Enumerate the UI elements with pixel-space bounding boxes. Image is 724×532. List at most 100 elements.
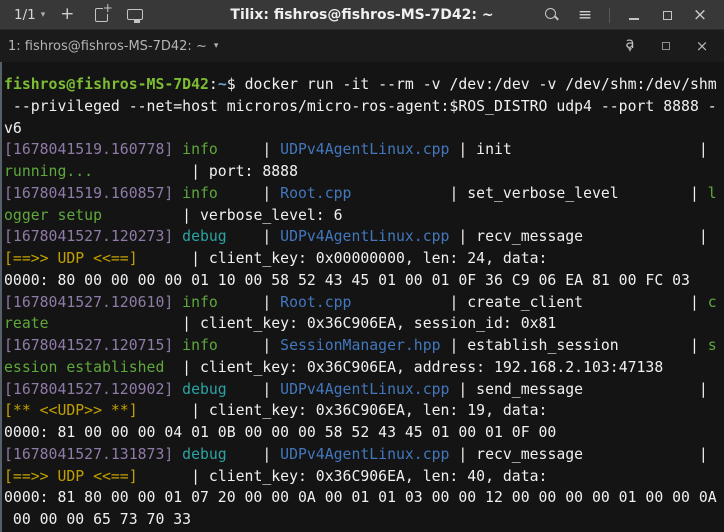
terminal-text-segment: |: [218, 294, 280, 311]
minimize-button[interactable]: [622, 3, 646, 27]
terminal-text-segment: |: [449, 228, 476, 245]
terminal-row: 0000: 81 00 00 00 04 01 0B 00 00 00 58 5…: [4, 422, 724, 444]
terminal-row: ession established | client_key: 0x36C90…: [4, 357, 724, 379]
terminal-text-segment: [** <<UDP>> **]: [4, 402, 138, 419]
terminal-row: 0000: 81 80 00 00 01 07 20 00 00 0A 00 0…: [4, 487, 724, 509]
titlebar-separator: [609, 8, 610, 23]
terminal-text-segment: UDPv4AgentLinux.cpp: [280, 381, 449, 398]
terminal-text-segment: |: [218, 141, 280, 158]
terminal-text-segment: info: [182, 294, 218, 311]
terminal-text-segment: |: [227, 381, 280, 398]
terminal-text-segment: [1678041519.160778]: [4, 141, 182, 158]
terminal-text-segment: [1678041527.120610]: [4, 294, 182, 311]
terminal-row: [1678041519.160857] info | Root.cpp | se…: [4, 183, 724, 205]
terminal-row: 00 00 00 65 73 70 33: [4, 509, 724, 531]
terminal-text-segment: | verbose_level: 6: [102, 207, 343, 224]
terminal-text-segment: set_verbose_level |: [467, 185, 708, 202]
terminal-row: [==>> UDP <<==] | client_key: 0x36C906EA…: [4, 466, 724, 488]
maximize-icon: [662, 42, 670, 50]
terminal-text-segment: fishros@fishros-MS-7D42: [4, 76, 209, 93]
terminal-text-segment: |: [449, 141, 476, 158]
terminal-row: ogger setup | verbose_level: 6: [4, 205, 724, 227]
terminal-row: --privileged --net=host microros/micro-r…: [4, 96, 724, 118]
terminal-text-segment: |: [218, 337, 280, 354]
terminal-text-segment: recv_message |: [476, 446, 708, 463]
terminal-text-segment: recv_message |: [476, 228, 708, 245]
titlebar-right-group: ≡ ×: [540, 0, 724, 30]
close-icon: ×: [693, 7, 707, 24]
hamburger-menu-icon: ≡: [578, 7, 592, 24]
terminal-text-segment: [==>> UDP <<==]: [4, 250, 138, 267]
terminal-text-segment: [1678041527.131873]: [4, 446, 182, 463]
terminal-text-segment: | client_key: 0x00000000, len: 24, data:: [138, 250, 548, 267]
terminal-text-segment: $ docker run -it --rm -v /dev:/dev -v /d…: [227, 76, 717, 93]
terminal-text-segment: [1678041527.120273]: [4, 228, 182, 245]
terminal-text-segment: info: [182, 185, 218, 202]
detach-terminal-button[interactable]: [123, 3, 147, 27]
tabbar: 1: fishros@fishros-MS-7D42: ~ ▾ a ▾ ×: [0, 30, 724, 62]
terminal-text-segment: ogger setup: [4, 207, 102, 224]
terminal-text-segment: Root.cpp: [280, 294, 351, 311]
terminal-text-segment: ~: [218, 76, 227, 93]
detach-window-icon: [127, 9, 143, 20]
terminal-text-segment: | client_key: 0x36C906EA, len: 19, data:: [138, 402, 548, 419]
terminal-text-segment: |: [441, 337, 468, 354]
close-icon: ×: [696, 39, 709, 54]
new-terminal-button[interactable]: [89, 3, 113, 27]
terminal-text-segment: create_client |: [467, 294, 708, 311]
chevron-down-icon: ▾: [41, 10, 46, 20]
profile-button[interactable]: a ▾: [618, 34, 642, 58]
terminal-text-segment: UDPv4AgentLinux.cpp: [280, 446, 449, 463]
titlebar: 1/1 ▾ + Tilix: fishros@fishros-MS-7D42: …: [0, 0, 724, 30]
terminal-text-segment: |: [449, 446, 476, 463]
terminal-text-segment: debug: [182, 228, 227, 245]
close-terminal-button[interactable]: ×: [690, 34, 714, 58]
maximize-icon: [663, 11, 672, 20]
terminal-row: reate | client_key: 0x36C906EA, session_…: [4, 313, 724, 335]
close-button[interactable]: ×: [688, 3, 712, 27]
terminal[interactable]: fishros@fishros-MS-7D42:~$ docker run -i…: [0, 62, 724, 532]
tab-title-label: 1: fishros@fishros-MS-7D42: ~: [8, 39, 207, 54]
terminal-text-segment: |: [449, 381, 476, 398]
terminal-row: [==>> UDP <<==] | client_key: 0x00000000…: [4, 248, 724, 270]
terminal-text-segment: |: [218, 185, 280, 202]
terminal-text-segment: [==>> UDP <<==]: [4, 468, 138, 485]
menu-button[interactable]: ≡: [573, 3, 597, 27]
terminal-text-segment: info: [182, 141, 218, 158]
terminal-row: [1678041527.120610] info | Root.cpp | cr…: [4, 292, 724, 314]
terminal-text-segment: | port: 8888: [93, 163, 298, 180]
terminal-text-segment: 0000: 81 00 00 00 04 01 0B 00 00 00 58 5…: [4, 424, 556, 441]
terminal-text-segment: --privileged --net=host microros/micro-r…: [4, 98, 717, 115]
terminal-text-segment: debug: [182, 446, 227, 463]
terminal-text-segment: UDPv4AgentLinux.cpp: [280, 228, 449, 245]
titlebar-left-group: 1/1 ▾ +: [0, 3, 147, 27]
terminal-text-segment: | client_key: 0x36C906EA, address: 192.1…: [164, 359, 663, 376]
terminal-row: 0000: 80 00 00 00 00 01 10 00 58 52 43 4…: [4, 270, 724, 292]
terminal-row: [1678041527.131873] debug | UDPv4AgentLi…: [4, 444, 724, 466]
session-switcher[interactable]: 1/1 ▾: [14, 7, 45, 23]
terminal-text-segment: |: [227, 228, 280, 245]
terminal-text-segment: |: [227, 446, 280, 463]
terminal-text-segment: init |: [476, 141, 708, 158]
terminal-text-segment: info: [182, 337, 218, 354]
terminal-text-segment: Root.cpp: [280, 185, 351, 202]
terminal-row: running... | port: 8888: [4, 161, 724, 183]
maximize-button[interactable]: [655, 3, 679, 27]
terminal-text-segment: s: [708, 337, 717, 354]
terminal-text-segment: [1678041527.120902]: [4, 381, 182, 398]
search-button[interactable]: [540, 3, 564, 27]
tabbar-right-group: a ▾ ×: [618, 34, 724, 58]
terminal-row: [1678041519.160778] info | UDPv4AgentLin…: [4, 139, 724, 161]
new-terminal-icon: [95, 8, 108, 22]
terminal-text-segment: send_message |: [476, 381, 708, 398]
terminal-tab[interactable]: 1: fishros@fishros-MS-7D42: ~ ▾: [0, 39, 218, 54]
new-session-button[interactable]: +: [55, 3, 79, 27]
terminal-text-segment: c: [708, 294, 717, 311]
minimize-icon: [629, 18, 639, 20]
plus-icon: +: [60, 6, 74, 23]
maximize-terminal-button[interactable]: [654, 34, 678, 58]
terminal-row: fishros@fishros-MS-7D42:~$ docker run -i…: [4, 74, 724, 96]
terminal-text-segment: [1678041519.160857]: [4, 185, 182, 202]
profile-icon: a ▾: [625, 39, 634, 53]
session-counter-label: 1/1: [14, 7, 36, 23]
